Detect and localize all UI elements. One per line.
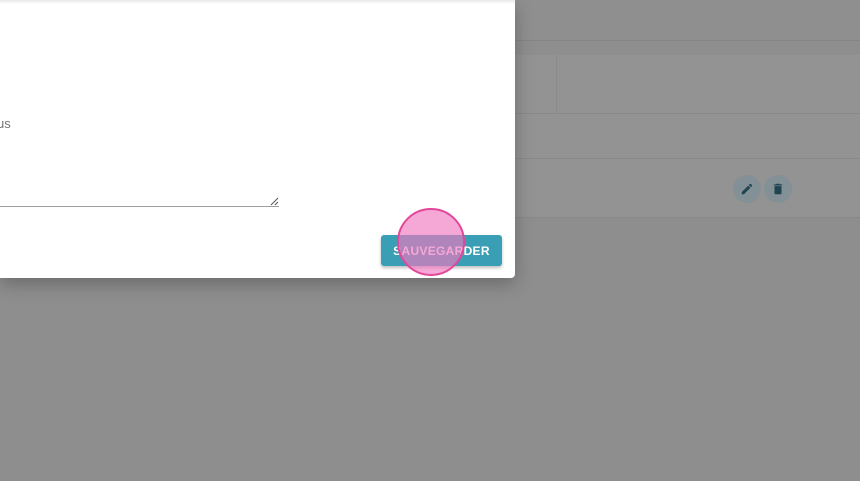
delete-row-button[interactable] (764, 175, 792, 203)
pencil-icon (741, 183, 753, 195)
edit-row-button[interactable] (733, 175, 761, 203)
resize-grip-icon[interactable] (270, 197, 279, 206)
trash-icon (773, 183, 783, 195)
dialog-top-edge (0, 0, 515, 4)
save-button[interactable]: SAUVEGARDER (381, 235, 502, 266)
field-label: us (0, 116, 11, 131)
edit-dialog: us SAUVEGARDER (0, 0, 515, 278)
column-divider (556, 55, 557, 113)
description-textarea-container (0, 140, 283, 210)
description-textarea[interactable] (0, 140, 283, 210)
